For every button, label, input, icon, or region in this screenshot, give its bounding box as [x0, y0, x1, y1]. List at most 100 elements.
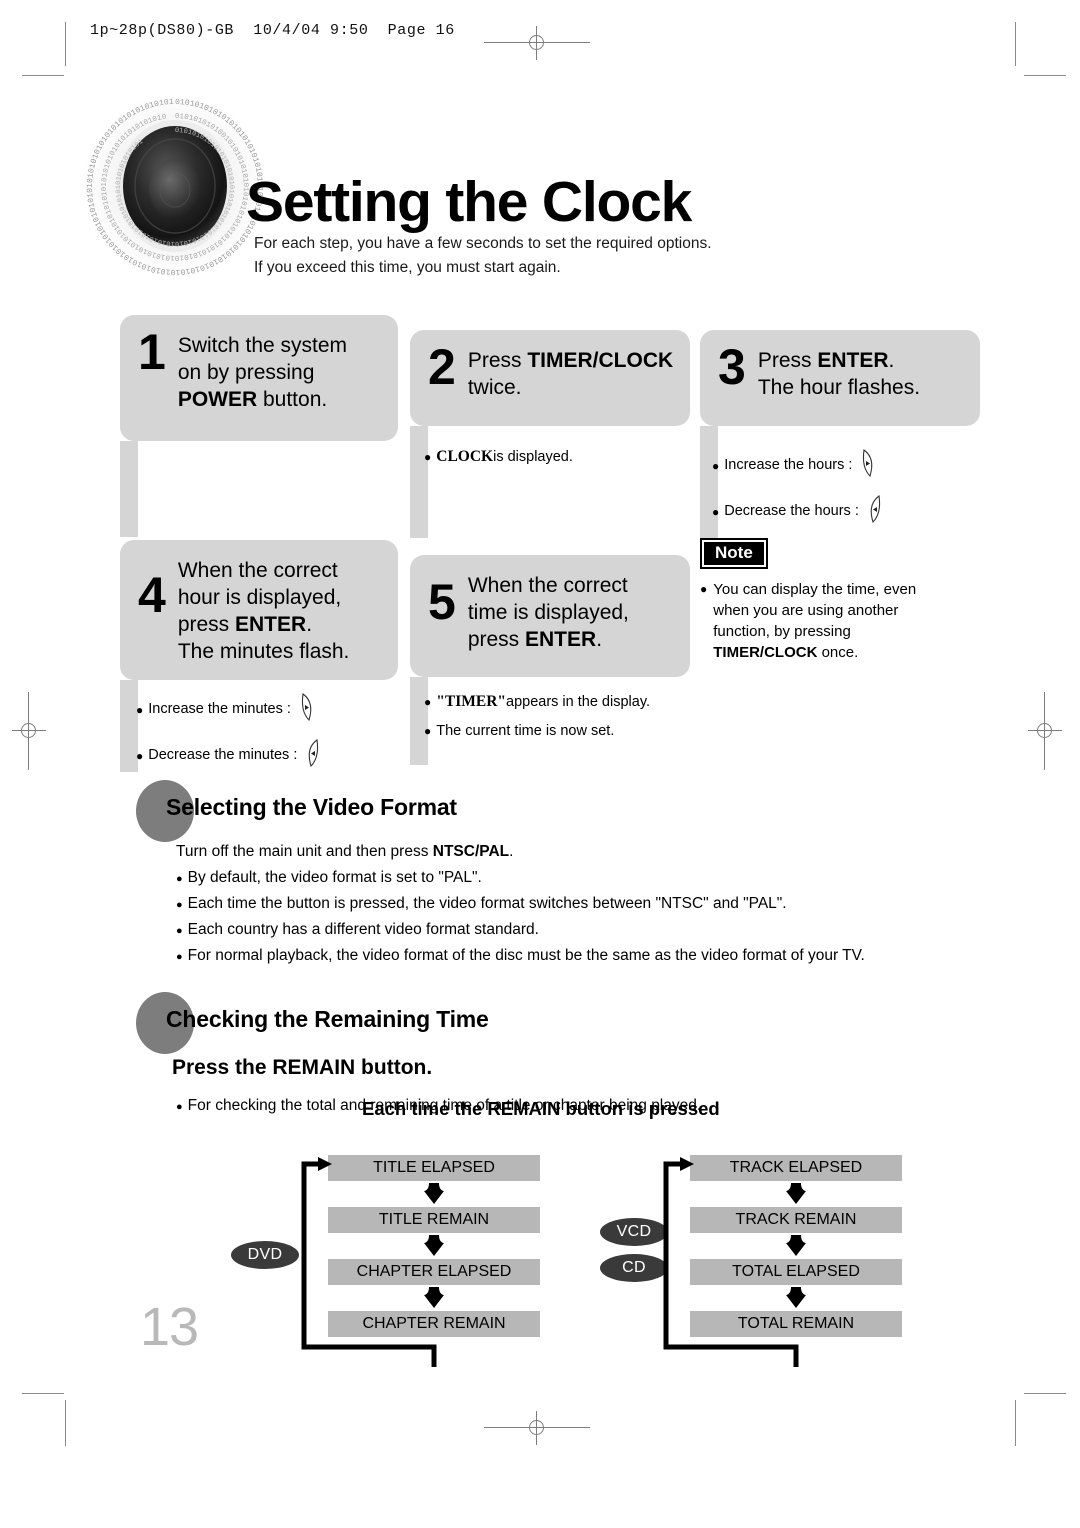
note-badge: Note: [700, 538, 768, 569]
step-5-note-1-rest: appears in the display.: [506, 693, 651, 710]
bullet-dot: ●: [176, 951, 183, 963]
registration-mark-right: [1028, 692, 1062, 770]
bullet-dot: ●: [136, 749, 144, 764]
left-arrow-key-icon: [864, 494, 886, 529]
left-arrow-key-icon: [302, 738, 324, 773]
step-5-line-3-pre: press: [467, 627, 525, 651]
page-intro: For each step, you have a few seconds to…: [254, 232, 714, 280]
page-number: 13: [140, 1297, 199, 1357]
step-5-line-1: When the correct: [467, 574, 628, 597]
page-title: Setting the Clock: [246, 170, 692, 235]
step-2-note-1: ● CLOCK is displayed.: [424, 448, 684, 467]
step-2-line-1-pre: Press: [467, 349, 528, 372]
step-5-notes: ● "TIMER" appears in the display. ● The …: [424, 693, 704, 751]
crop-mark-bottom-right-vertical: [1015, 1400, 1016, 1446]
page-intro-line-1: For each step, you have a few seconds to…: [254, 235, 712, 252]
note-line-1: You can display the time, even: [713, 580, 917, 598]
bullet-dot: ●: [136, 702, 144, 717]
step-4-note-1: ● Increase the minutes :: [136, 692, 406, 727]
remaining-time-subheading: Press the REMAIN button.: [172, 1056, 433, 1079]
step-2-line-1-bold: TIMER/CLOCK: [527, 349, 674, 372]
step-3-line-1-bold: ENTER: [817, 349, 889, 372]
step-1-header: 1 Switch the system on by pressing POWER…: [120, 315, 398, 441]
video-format-intro: Turn off the main unit and then press NT…: [176, 840, 513, 863]
step-4-line-1: When the correct: [177, 559, 338, 582]
step-4-header: 4 When the correct hour is displayed, pr…: [120, 540, 398, 680]
step-4-note-2: ● Decrease the minutes :: [136, 738, 406, 773]
step-5-note-2-text: The current time is now set.: [436, 722, 615, 739]
crop-mark-top-left-vertical: [65, 22, 66, 66]
note-line-3: function, by pressing: [713, 623, 851, 641]
step-1-line-3-bold: POWER: [177, 387, 258, 411]
video-format-bullet-1: ● By default, the video format is set to …: [176, 866, 482, 889]
step-5-number: 5: [428, 574, 456, 630]
crop-mark-top-left-horizontal: [22, 75, 64, 76]
crop-mark-bottom-right-horizontal: [1024, 1393, 1066, 1394]
step-1-line-1: Switch the system: [177, 334, 348, 357]
step-3-number: 3: [718, 339, 746, 395]
video-format-intro-bold: NTSC/PAL: [432, 843, 510, 860]
step-4-instruction: When the correct hour is displayed, pres…: [178, 554, 350, 666]
step-5-line-3-bold: ENTER: [525, 627, 597, 651]
bullet-dot: ●: [700, 581, 708, 596]
step-4-line-2: hour is displayed,: [177, 585, 342, 609]
bullet-dot: ●: [424, 450, 432, 465]
video-format-intro-post: .: [509, 843, 514, 860]
step-5-line-2: time is displayed,: [467, 600, 629, 624]
flow-loop-back-dvd: [296, 1152, 456, 1387]
registration-mark-bottom: [484, 1411, 590, 1445]
step-2-line-2: twice.: [467, 375, 522, 399]
bullet-dot: ●: [176, 899, 183, 911]
video-format-bullet-1-text: By default, the video format is set to "…: [187, 869, 482, 886]
section-video-format: Selecting the Video Format: [136, 780, 457, 842]
step-5-instruction: When the correct time is displayed, pres…: [468, 569, 629, 654]
section-remaining-time-heading: Checking the Remaining Time: [166, 1006, 489, 1032]
note-line-4-bold: TIMER/CLOCK: [713, 644, 818, 662]
step-2-tail: [410, 426, 428, 538]
bullet-dot: ●: [176, 1101, 183, 1113]
flow-loop-back-vcd-cd: [658, 1152, 818, 1387]
video-format-intro-pre: Turn off the main unit and then press: [176, 843, 433, 860]
page-intro-line-2: If you exceed this time, you must start …: [254, 259, 561, 277]
video-format-bullet-2: ● Each time the button is pressed, the vi…: [176, 892, 787, 915]
step-1-tail: [120, 441, 138, 537]
crop-mark-bottom-left-vertical: [65, 1400, 66, 1446]
step-card-2: 2 Press TIMER/CLOCK twice.: [410, 330, 690, 538]
step-3-line-1-pre: Press: [757, 349, 818, 372]
step-4-notes: ● Increase the minutes : ● Decrease the …: [136, 692, 406, 785]
step-3-header: 3 Press ENTER. The hour flashes.: [700, 330, 980, 426]
note-box: Note ● You can display the time, even wh…: [700, 538, 960, 664]
step-3-line-2: The hour flashes.: [757, 375, 921, 399]
right-arrow-key-icon: [857, 448, 879, 483]
step-3-note-2: ● Decrease the hours :: [712, 494, 982, 529]
step-3-note-2-label: Decrease the hours :: [724, 503, 859, 520]
step-5-note-1-bold: "TIMER": [436, 693, 506, 710]
bullet-dot: ●: [424, 724, 432, 739]
disc-badge-dvd: DVD: [231, 1241, 299, 1269]
bullet-dot: ●: [712, 458, 720, 473]
step-2-note-1-rest: is displayed.: [493, 448, 573, 465]
section-video-format-heading: Selecting the Video Format: [166, 794, 457, 820]
crop-mark-top-right-horizontal: [1024, 75, 1066, 76]
video-format-bullet-4: ● For normal playback, the video format o…: [176, 944, 865, 967]
registration-mark-top: [484, 26, 590, 60]
step-1-line-3-rest: button.: [257, 387, 328, 411]
step-2-instruction: Press TIMER/CLOCK twice.: [468, 344, 673, 402]
print-slug: 1p~28p(DS80)-GB 10/4/04 9:50 Page 16: [90, 22, 455, 39]
step-4-line-3-post: .: [306, 612, 313, 636]
step-1-line-2: on by pressing: [177, 360, 315, 384]
step-5-line-3-post: .: [596, 627, 603, 651]
bullet-dot: ●: [176, 925, 183, 937]
video-format-bullet-3-text: Each country has a different video forma…: [187, 921, 539, 938]
section-remaining-time: Checking the Remaining Time: [136, 992, 489, 1054]
step-5-note-1: ● "TIMER" appears in the display.: [424, 693, 704, 712]
step-3-note-1: ● Increase the hours :: [712, 448, 982, 483]
step-1-number: 1: [138, 324, 166, 380]
step-1-instruction: Switch the system on by pressing POWER b…: [178, 329, 347, 414]
step-4-note-2-label: Decrease the minutes :: [148, 747, 298, 764]
step-3-instruction: Press ENTER. The hour flashes.: [758, 344, 920, 402]
step-4-number: 4: [138, 567, 166, 623]
step-2-header: 2 Press TIMER/CLOCK twice.: [410, 330, 690, 426]
flow-diagram-title: Each time the REMAIN button is pressed: [362, 1098, 720, 1119]
step-2-note-1-bold: CLOCK: [436, 448, 494, 465]
